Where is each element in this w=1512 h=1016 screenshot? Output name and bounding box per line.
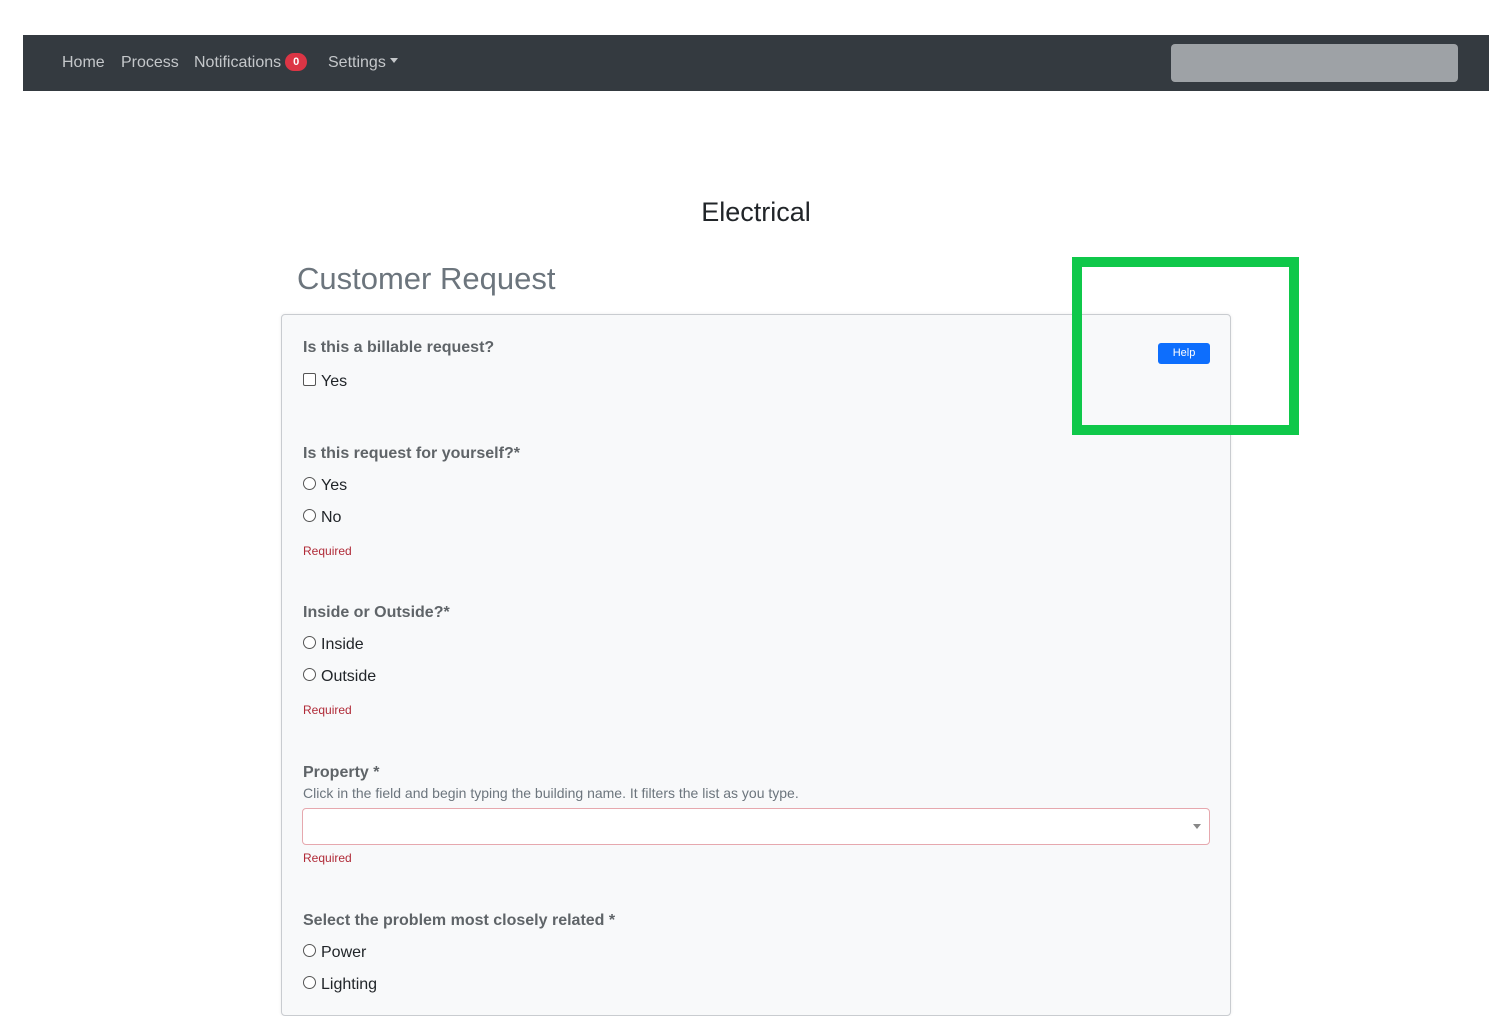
problem-power-option[interactable]: Power [303, 944, 366, 962]
help-button[interactable]: Help [1158, 343, 1210, 364]
radio-icon[interactable] [303, 509, 316, 523]
caret-down-icon [1193, 824, 1201, 829]
problem-question: Select the problem most closely related … [303, 912, 616, 929]
billable-yes-label: Yes [321, 373, 348, 390]
radio-icon[interactable] [303, 668, 316, 682]
property-question: Property * [303, 764, 380, 781]
radio-icon[interactable] [303, 944, 316, 958]
nav-settings-dropdown[interactable]: Settings [328, 35, 398, 91]
page-title: Electrical [701, 197, 811, 227]
top-navbar: Home Process Notifications 0 Settings [23, 35, 1489, 91]
for-yourself-question: Is this request for yourself?* [303, 445, 520, 462]
notifications-badge: 0 [285, 52, 308, 71]
problem-lighting-label: Lighting [321, 976, 378, 993]
request-form-card: Help Is this a billable request? Yes Is … [281, 314, 1231, 1016]
for-yourself-no-option[interactable]: No [303, 509, 341, 527]
property-required-message: Required [303, 851, 352, 865]
problem-power-label: Power [321, 944, 367, 961]
problem-lighting-option[interactable]: Lighting [303, 976, 377, 994]
inside-outside-required-message: Required [303, 703, 352, 717]
radio-icon[interactable] [303, 976, 316, 990]
navbar-search-input[interactable] [1171, 44, 1458, 82]
property-help-text: Click in the field and begin typing the … [303, 785, 799, 801]
nav-settings-label: Settings [328, 54, 386, 71]
billable-yes-option[interactable]: Yes [303, 373, 347, 391]
nav-process[interactable]: Process [121, 35, 179, 91]
caret-down-icon [389, 58, 398, 64]
for-yourself-required-message: Required [303, 544, 352, 558]
outside-label: Outside [321, 668, 377, 685]
section-heading: Customer Request [297, 261, 556, 296]
radio-icon[interactable] [303, 477, 316, 491]
billable-question: Is this a billable request? [303, 339, 495, 356]
nav-notifications-label: Notifications [194, 54, 282, 71]
inside-outside-question: Inside or Outside?* [303, 604, 450, 621]
nav-home[interactable]: Home [62, 35, 105, 91]
for-yourself-yes-option[interactable]: Yes [303, 477, 347, 495]
property-select[interactable] [302, 808, 1210, 845]
radio-icon[interactable] [303, 636, 316, 650]
checkbox-icon[interactable] [303, 373, 316, 387]
nav-notifications[interactable]: Notifications 0 [194, 35, 308, 91]
inside-label: Inside [321, 636, 364, 653]
outside-option[interactable]: Outside [303, 668, 376, 686]
inside-option[interactable]: Inside [303, 636, 364, 654]
for-yourself-yes-label: Yes [321, 477, 348, 494]
for-yourself-no-label: No [321, 509, 342, 526]
